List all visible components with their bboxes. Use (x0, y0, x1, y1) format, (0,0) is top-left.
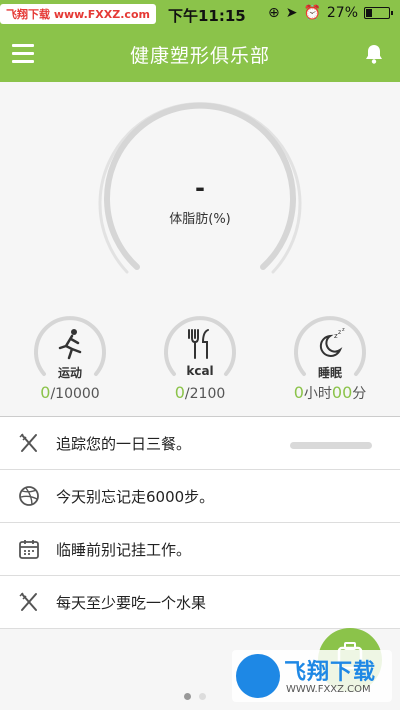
tip-text: 临睡前别记挂工作。 (56, 541, 192, 559)
exercise-current: 0 (40, 383, 51, 402)
body-fat-label: 体脂肪(%) (169, 212, 231, 227)
list-item[interactable]: 临睡前别记挂工作。 (0, 523, 400, 576)
page-dot[interactable] (199, 693, 206, 700)
page-dot-active[interactable] (184, 693, 191, 700)
calories-value: 0/2100 (144, 383, 256, 402)
tip-text: 今天别忘记走6000步。 (56, 488, 215, 506)
tip-text: 每天至少要吃一个水果 (56, 594, 207, 612)
notification-bell-button[interactable] (362, 42, 386, 66)
battery-icon (364, 7, 393, 19)
tips-list: 追踪您的一日三餐。 今天别忘记走6000步。 临睡前别记挂工作。 每天至少要吃一… (0, 416, 400, 629)
body-fat-value: - (195, 174, 205, 202)
alarm-icon: ⏰ (303, 5, 321, 21)
calories-label: kcal (186, 364, 214, 378)
battery-percent: 27% (326, 5, 358, 21)
rotation-lock-icon: ⊕ (267, 5, 280, 21)
watermark-sub-text: WWW.FXXZ.COM (286, 684, 371, 695)
sleep-label: 睡眠 (317, 366, 342, 380)
sleep-hours: 0 (293, 383, 304, 402)
svg-text:z: z (342, 327, 345, 333)
calories-stat[interactable]: kcal 0/2100 (144, 312, 256, 404)
svg-text:z: z (338, 329, 341, 336)
calories-target: /2100 (184, 386, 226, 402)
page-title: 健康塑形俱乐部 (129, 45, 270, 67)
watermark-main-text: 飞翔下载 (284, 660, 377, 685)
utensils-icon (19, 592, 37, 611)
watermark: 飞翔下载 WWW.FXXZ.COM (232, 650, 392, 702)
sleep-minutes-unit: 分 (352, 386, 367, 402)
exercise-stat[interactable]: 运动 0/10000 (14, 312, 126, 404)
dribbble-icon (19, 486, 39, 506)
list-item[interactable]: 追踪您的一日三餐。 (0, 417, 400, 470)
progress-bar (290, 442, 372, 449)
exercise-value: 0/10000 (14, 383, 126, 402)
sleep-value: 0小时00分 (274, 383, 386, 403)
exercise-label: 运动 (57, 366, 82, 380)
status-bar: 飞翔下载 www.FXXZ.com 下午11:15 ⊕ ➤ ⏰ 27% (0, 0, 400, 28)
battery-fill (366, 9, 372, 17)
location-icon: ➤ (285, 5, 298, 21)
carrier-label: 飞翔下载 www.FXXZ.com (0, 4, 156, 24)
calendar-icon (19, 540, 39, 559)
watermark-logo-icon (236, 654, 280, 698)
body-fat-gauge: - 体脂肪(%) (0, 82, 400, 302)
sleep-moon-icon: z z z (319, 327, 345, 357)
calories-current: 0 (174, 383, 185, 402)
sleep-stat[interactable]: z z z 睡眠 0小时00分 (274, 312, 386, 404)
tip-text: 追踪您的一日三餐。 (56, 435, 192, 453)
utensils-icon (188, 329, 209, 359)
exercise-target: /10000 (50, 386, 100, 402)
list-item[interactable]: 今天别忘记走6000步。 (0, 470, 400, 523)
sleep-minutes: 00 (331, 383, 353, 402)
utensils-icon (19, 433, 37, 452)
running-icon (58, 329, 82, 360)
page-indicator (184, 693, 206, 700)
app-bar: 健康塑形俱乐部 (0, 28, 400, 82)
list-item[interactable]: 每天至少要吃一个水果 (0, 576, 400, 629)
status-icons: ⊕ ➤ ⏰ 27% (267, 5, 393, 21)
sleep-hours-unit: 小时 (303, 386, 332, 402)
status-time: 下午11:15 (168, 7, 246, 25)
